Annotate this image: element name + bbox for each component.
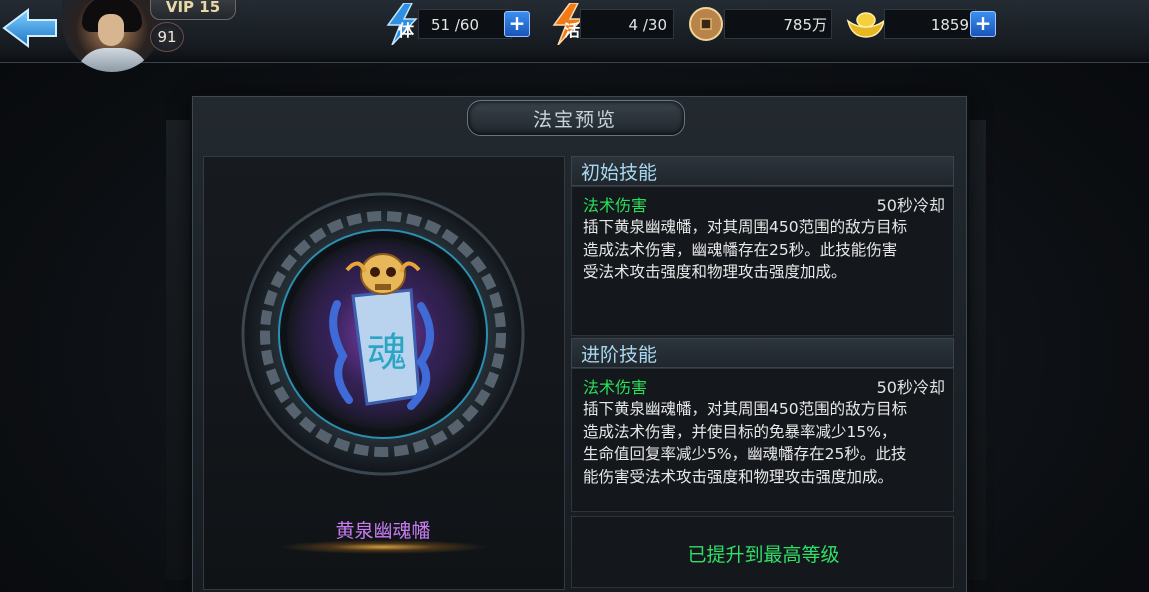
description-line: 插下黄泉幽魂幡，对其周围450范围的敌方目标: [583, 400, 908, 418]
vitality-resource: 活 4 /30: [548, 3, 678, 45]
game-screen: VIP 15 91 体 51 /60 + 活 4 /30 785万 1859 +…: [0, 0, 1149, 592]
back-button[interactable]: [2, 6, 60, 50]
panel-title-plate: 法宝预览: [457, 96, 693, 140]
stamina-add-button[interactable]: +: [504, 11, 530, 37]
ingots-value: 1859: [884, 9, 976, 39]
initial-skill-description: 插下黄泉幽魂幡，对其周围450范围的敌方目标 造成法术伤害，幽魂幡存在25秒。此…: [583, 216, 949, 284]
description-line: 插下黄泉幽魂幡，对其周围450范围的敌方目标: [583, 218, 908, 236]
gold-ingot-icon: [846, 12, 886, 38]
advanced-skill-description: 插下黄泉幽魂幡，对其周围450范围的敌方目标 造成法术伤害，并使目标的免暴率减少…: [583, 398, 949, 488]
advanced-skill-type: 法术伤害: [583, 378, 648, 397]
initial-skill-title: 初始技能: [581, 162, 658, 184]
description-line: 受法术攻击强度和物理攻击强度加成。: [583, 263, 847, 281]
stamina-resource: 体 51 /60 +: [382, 3, 532, 45]
background-panel-right: [966, 120, 986, 580]
ingots-add-button[interactable]: +: [970, 11, 996, 37]
stamina-icon-label: 体: [398, 21, 415, 40]
coins-value: 785万: [724, 9, 832, 39]
artifact-emblem[interactable]: 魂: [235, 186, 531, 486]
description-line: 造成法术伤害，并使目标的免暴率减少15%，: [583, 422, 897, 441]
description-line: 能伤害受法术攻击强度和物理攻击强度加成。: [583, 467, 894, 486]
initial-skill-cooldown: 50秒冷却: [876, 196, 945, 215]
description-line: 生命值回复率减少5%，幽魂幡存在25秒。此技: [583, 445, 907, 463]
artifact-name-glow: [278, 540, 488, 554]
player-avatar[interactable]: [62, 0, 162, 72]
panel-title: 法宝预览: [532, 109, 617, 131]
initial-skill-header: 初始技能: [571, 156, 954, 186]
advanced-skill-cooldown: 50秒冷却: [876, 378, 945, 397]
advanced-skill-header: 进阶技能: [571, 338, 954, 368]
vitality-icon-label: 活: [564, 21, 581, 40]
player-level-badge: 91: [150, 22, 184, 52]
vip-badge[interactable]: VIP 15: [150, 0, 236, 20]
description-line: 造成法术伤害，幽魂幡存在25秒。此技能伤害: [583, 240, 898, 259]
emblem-glyph: 魂: [367, 330, 407, 376]
artifact-name: 黄泉幽魂幡: [335, 520, 431, 542]
coin-icon: [689, 7, 723, 41]
back-arrow-icon: [2, 8, 57, 48]
initial-skill-body: 法术伤害 50秒冷却 插下黄泉幽魂幡，对其周围450范围的敌方目标 造成法术伤害…: [571, 186, 954, 336]
upgrade-status-box: 已提升到最高等级: [571, 516, 954, 588]
max-level-status: 已提升到最高等级: [687, 544, 840, 566]
initial-skill-type: 法术伤害: [583, 196, 648, 215]
top-resource-bar: VIP 15 91 体 51 /60 + 活 4 /30 785万 1859 +: [0, 0, 1149, 72]
stamina-value: 51 /60: [418, 9, 512, 39]
ingots-resource: 1859 +: [846, 9, 996, 39]
advanced-skill-title: 进阶技能: [581, 344, 658, 366]
vitality-value: 4 /30: [580, 9, 674, 39]
advanced-skill-body: 法术伤害 50秒冷却 插下黄泉幽魂幡，对其周围450范围的敌方目标 造成法术伤害…: [571, 368, 954, 512]
coins-resource: 785万: [688, 7, 834, 41]
